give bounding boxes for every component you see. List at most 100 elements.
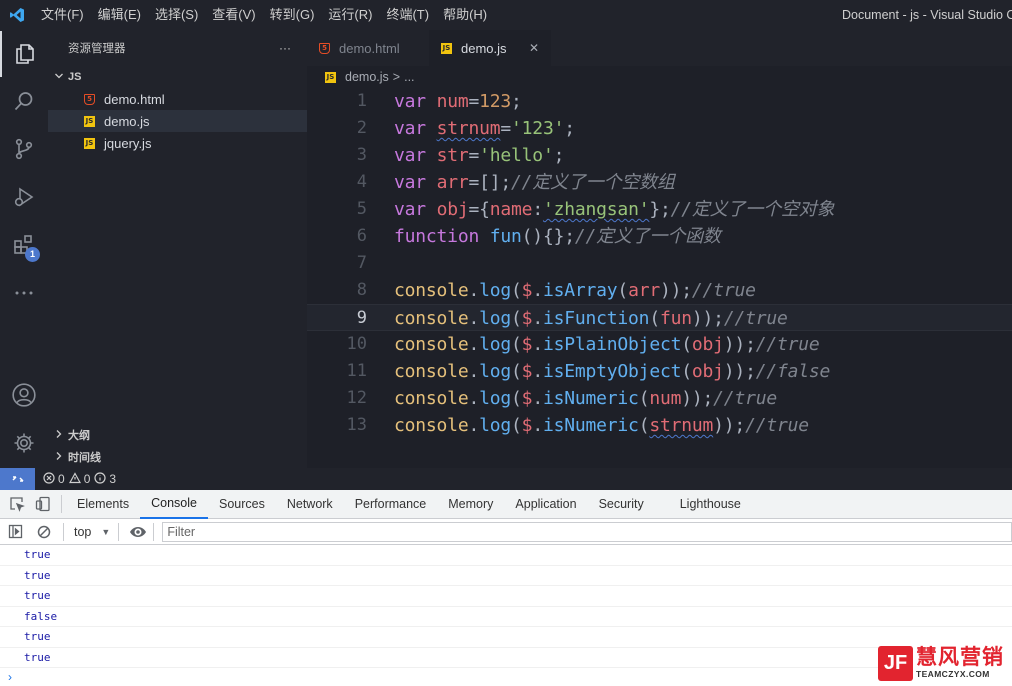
tab-elements[interactable]: Elements (66, 490, 140, 518)
explorer-more-icon[interactable]: ··· (279, 41, 291, 55)
settings-gear-icon[interactable] (0, 420, 48, 466)
code-line: 12 console.log($.isNumeric(num));//true (307, 385, 1012, 412)
tab-application[interactable]: Application (504, 490, 587, 518)
menu-go[interactable]: 转到(G) (263, 0, 322, 30)
dropdown-arrow-icon: ▼ (101, 526, 111, 537)
menu-edit[interactable]: 编辑(E) (91, 0, 148, 30)
line-number: 9 (356, 308, 367, 328)
info-icon (94, 471, 106, 487)
filter-input[interactable]: Filter (162, 521, 1012, 542)
clear-console-icon[interactable] (37, 525, 51, 539)
html-file-icon: 5 (84, 93, 95, 105)
file-demo-html[interactable]: 5 demo.html (48, 88, 307, 110)
menu-view[interactable]: 查看(V) (205, 0, 262, 30)
console-log-line: true (0, 566, 1012, 586)
tab-sources[interactable]: Sources (208, 490, 276, 518)
chevron-down-icon (54, 71, 68, 84)
code-line: 8 console.log($.isArray(arr));//true (307, 277, 1012, 304)
line-number: 6 (356, 226, 367, 246)
line-number: 11 (346, 361, 367, 381)
tab-security[interactable]: Security (588, 490, 655, 518)
breadcrumb-rest[interactable]: ... (404, 70, 414, 84)
tab-performance[interactable]: Performance (344, 490, 438, 518)
extensions-icon[interactable]: 1 (0, 222, 48, 268)
devtools-panel: Elements Console Sources Network Perform… (0, 490, 1012, 686)
console-log-line: true (0, 545, 1012, 566)
toolbar-divider (63, 522, 64, 541)
close-icon[interactable]: ✕ (529, 41, 539, 55)
vscode-logo-icon (0, 0, 34, 30)
toolbar-divider (153, 522, 155, 541)
timeline-section[interactable]: 时间线 (48, 446, 307, 468)
context-selector[interactable]: top ▼ (74, 525, 110, 539)
file-label: demo.js (104, 113, 150, 129)
tab-lighthouse[interactable]: Lighthouse (669, 490, 752, 518)
console-log-line: true (0, 627, 1012, 648)
code-line: 13 console.log($.isNumeric(strnum));//tru… (307, 412, 1012, 439)
outline-section[interactable]: 大纲 (48, 424, 307, 446)
live-expression-eye-icon[interactable] (129, 525, 147, 539)
line-number: 12 (346, 388, 367, 408)
tab-demo-js[interactable]: JS demo.js ✕ (429, 30, 551, 66)
code-line: 11 console.log($.isEmptyObject(obj));//fa… (307, 358, 1012, 385)
warning-icon (68, 471, 81, 487)
menu-run[interactable]: 运行(R) (321, 0, 379, 30)
warning-count: 0 (83, 472, 91, 486)
breadcrumb-file[interactable]: demo.js (345, 70, 389, 84)
line-number: 2 (356, 118, 367, 138)
code-line: 5 var obj={name:'zhangsan'};//定义了一个空对象 (307, 196, 1012, 223)
menu-selection[interactable]: 选择(S) (148, 0, 205, 30)
watermark-title: 慧风营销 (916, 646, 1004, 670)
info-count: 3 (109, 472, 117, 486)
tab-memory[interactable]: Memory (437, 490, 504, 518)
remote-icon[interactable] (0, 468, 35, 490)
console-log-line: false (0, 607, 1012, 627)
code-editor[interactable]: 1 var num=123; 2 var strnum='123'; 3 var st… (307, 88, 1012, 468)
tab-console[interactable]: Console (140, 489, 208, 519)
status-bar: 0 0 3 (0, 468, 1012, 490)
menu-help[interactable]: 帮助(H) (436, 0, 494, 30)
tab-network[interactable]: Network (276, 490, 344, 518)
code-line: 7 (307, 250, 1012, 277)
code-line: 1 var num=123; (307, 88, 1012, 115)
editor-tabs: 5 demo.html JS demo.js ✕ (307, 30, 1012, 66)
menu-terminal[interactable]: 终端(T) (379, 0, 436, 30)
account-icon[interactable] (0, 372, 48, 418)
code-line-current: 9 console.log($.isFunction(fun));//true (307, 304, 1012, 331)
folder-label: JS (68, 71, 82, 83)
explorer-icon[interactable] (0, 31, 48, 77)
code-line: 2 var strnum='123'; (307, 115, 1012, 142)
file-jquery-js[interactable]: JS jquery.js (48, 132, 307, 154)
file-label: jquery.js (104, 135, 152, 151)
show-sidebar-icon[interactable] (8, 524, 23, 539)
file-demo-js[interactable]: JS demo.js (48, 110, 307, 132)
line-number: 8 (356, 280, 367, 300)
run-debug-icon[interactable] (0, 174, 48, 220)
more-icon[interactable] (0, 270, 48, 316)
outline-label: 大纲 (68, 430, 90, 442)
device-toolbar-icon[interactable] (35, 496, 51, 512)
timeline-label: 时间线 (68, 452, 101, 464)
js-file-icon: JS (84, 115, 95, 127)
line-number: 5 (356, 199, 367, 219)
chevron-right-icon (54, 451, 68, 464)
window-title: Document - js - Visual Studio Code (842, 8, 1012, 22)
problems-indicator[interactable]: 0 0 3 (43, 471, 117, 487)
search-icon[interactable] (0, 78, 48, 124)
console-log-line: true (0, 648, 1012, 668)
source-control-icon[interactable] (0, 126, 48, 172)
code-line: 10 console.log($.isPlainObject(obj));//tr… (307, 331, 1012, 358)
chevron-right-icon (54, 429, 68, 442)
menu-file[interactable]: 文件(F) (34, 0, 91, 30)
line-number: 13 (346, 415, 367, 435)
console-log-line: true (0, 586, 1012, 607)
js-file-icon: JS (325, 71, 336, 83)
folder-js[interactable]: JS (48, 66, 307, 88)
console-prompt[interactable]: › (0, 668, 1012, 686)
inspect-element-icon[interactable] (9, 496, 25, 512)
html-file-icon: 5 (319, 42, 330, 54)
console-output: true true true false true true › (0, 545, 1012, 686)
error-count: 0 (58, 472, 65, 486)
devtools-tabs: Elements Console Sources Network Perform… (0, 490, 1012, 519)
tab-demo-html[interactable]: 5 demo.html (307, 30, 429, 66)
